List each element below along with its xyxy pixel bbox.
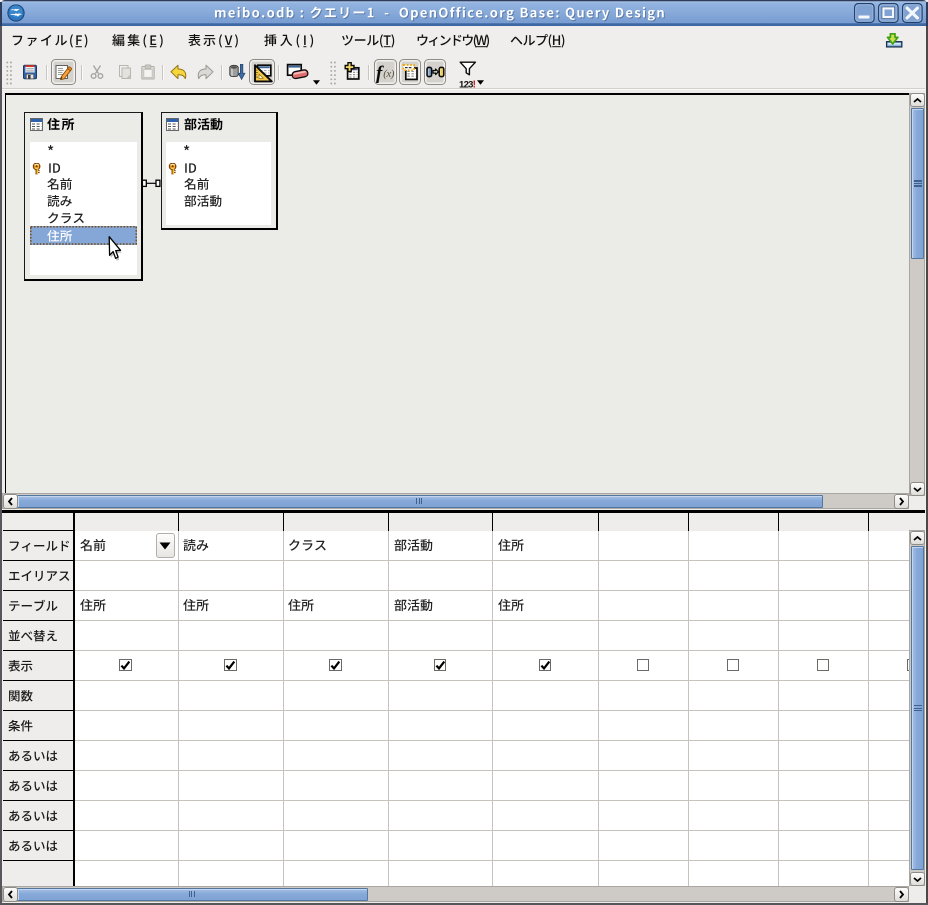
svg-text:!: ! <box>472 80 475 90</box>
svg-text:(x): (x) <box>383 68 395 80</box>
svg-text:123: 123 <box>459 80 473 90</box>
